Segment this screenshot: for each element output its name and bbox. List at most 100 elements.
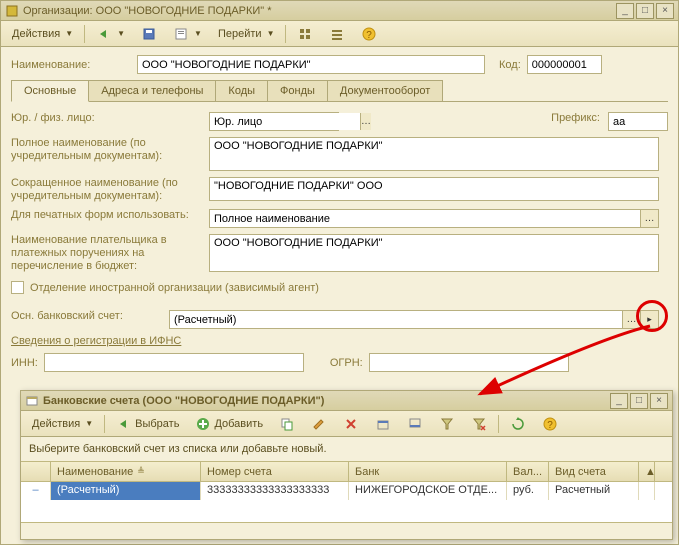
- toolbar-report[interactable]: ▼: [166, 24, 209, 44]
- toolbar-help[interactable]: ?: [354, 24, 384, 44]
- payer-input[interactable]: ООО "НОВОГОДНИЕ ПОДАРКИ": [209, 234, 659, 272]
- help-icon: ?: [361, 26, 377, 42]
- entity-type-value[interactable]: [210, 113, 360, 130]
- foreign-branch-checkbox[interactable]: [11, 281, 24, 294]
- add-label: Добавить: [214, 418, 263, 430]
- sort-icon: ≜: [137, 466, 145, 477]
- bank-account-select[interactable]: … ▸: [169, 310, 659, 329]
- printform-select[interactable]: …: [209, 209, 659, 228]
- dropdown-icon: ▼: [65, 29, 73, 38]
- maximize-button[interactable]: □: [636, 3, 654, 19]
- th-scroll: ▲: [639, 462, 655, 481]
- tb-refresh[interactable]: [503, 414, 533, 434]
- shortname-label: Сокращенное наименование (по учредительн…: [11, 177, 201, 203]
- goto-menu[interactable]: Перейти ▼: [211, 24, 282, 44]
- maximize-button[interactable]: □: [630, 393, 648, 409]
- toolbar-back[interactable]: ▼: [89, 24, 132, 44]
- toolbar-btn-a[interactable]: [290, 24, 320, 44]
- entity-type-label: Юр. / физ. лицо:: [11, 112, 201, 125]
- ellipsis-button[interactable]: …: [360, 113, 371, 130]
- delete-icon: [343, 416, 359, 432]
- select-button[interactable]: Выбрать: [109, 414, 186, 434]
- row-scroll: [639, 482, 655, 500]
- select-label: Выбрать: [135, 418, 179, 430]
- tab-funds[interactable]: Фонды: [267, 80, 328, 101]
- sub-window: Банковские счета (ООО "НОВОГОДНИЕ ПОДАРК…: [20, 390, 673, 540]
- actions-menu[interactable]: Действия▼: [25, 414, 100, 434]
- sub-toolbar: Действия▼ Выбрать Добавить ?: [21, 411, 672, 437]
- table-header: Наименование≜ Номер счета Банк Вал... Ви…: [21, 462, 672, 482]
- toolbar-save[interactable]: [134, 24, 164, 44]
- ogrn-label: ОГРН:: [330, 357, 363, 369]
- ellipsis-button[interactable]: …: [622, 311, 640, 328]
- tb-delete[interactable]: [336, 414, 366, 434]
- toolbar-btn-b[interactable]: [322, 24, 352, 44]
- row-icon: –: [21, 482, 51, 500]
- tb-moveup[interactable]: [368, 414, 398, 434]
- minimize-button[interactable]: _: [616, 3, 634, 19]
- close-button[interactable]: ×: [656, 3, 674, 19]
- th-bank[interactable]: Банк: [349, 462, 507, 481]
- row-currency: руб.: [507, 482, 549, 500]
- bank-account-label: Осн. банковский счет:: [11, 310, 161, 323]
- dropdown-button[interactable]: ▸: [640, 311, 658, 328]
- separator: [498, 415, 499, 433]
- close-button[interactable]: ×: [650, 393, 668, 409]
- goto-label: Перейти: [218, 28, 262, 40]
- tb-copy[interactable]: [272, 414, 302, 434]
- bank-account-value[interactable]: [170, 311, 622, 328]
- copy-icon: [279, 416, 295, 432]
- tb-filter[interactable]: [432, 414, 462, 434]
- add-button[interactable]: Добавить: [188, 414, 270, 434]
- th-type[interactable]: Вид счета: [549, 462, 639, 481]
- tb-filter-clear[interactable]: [464, 414, 494, 434]
- main-titlebar: Организации: ООО "НОВОГОДНИЕ ПОДАРКИ" * …: [1, 1, 678, 21]
- printform-value[interactable]: [210, 210, 640, 227]
- ellipsis-button[interactable]: …: [640, 210, 658, 227]
- tb-edit[interactable]: [304, 414, 334, 434]
- window-controls: _ □ ×: [616, 3, 674, 19]
- arrow-left-icon: [116, 416, 132, 432]
- add-icon: [195, 416, 211, 432]
- svg-text:?: ?: [367, 30, 373, 41]
- prefix-input[interactable]: [608, 112, 668, 131]
- arrow-left-icon: [96, 26, 112, 42]
- tab-codes[interactable]: Коды: [215, 80, 268, 101]
- row-bank: НИЖЕГОРОДСКОЕ ОТДЕ...: [349, 482, 507, 500]
- th-number[interactable]: Номер счета: [201, 462, 349, 481]
- dropdown-icon: ▼: [194, 29, 202, 38]
- dropdown-icon: ▼: [267, 29, 275, 38]
- shortname-input[interactable]: "НОВОГОДНИЕ ПОДАРКИ" ООО: [209, 177, 659, 201]
- actions-label: Действия: [12, 28, 60, 40]
- tab-docflow[interactable]: Документооборот: [327, 80, 443, 101]
- sub-window-title: Банковские счета (ООО "НОВОГОДНИЕ ПОДАРК…: [43, 395, 606, 407]
- tab-addresses[interactable]: Адреса и телефоны: [88, 80, 216, 101]
- code-label: Код:: [499, 59, 521, 71]
- code-input[interactable]: [527, 55, 602, 74]
- minimize-button[interactable]: _: [610, 393, 628, 409]
- payer-label: Наименование плательщика в платежных пор…: [11, 234, 201, 273]
- refresh-icon: [510, 416, 526, 432]
- main-content: Наименование: Код: Основные Адреса и тел…: [1, 47, 678, 386]
- inn-input[interactable]: [44, 353, 304, 372]
- separator: [104, 415, 105, 433]
- th-icon[interactable]: [21, 462, 51, 481]
- name-input[interactable]: [137, 55, 485, 74]
- tab-main[interactable]: Основные: [11, 80, 89, 102]
- save-icon: [141, 26, 157, 42]
- tb-help[interactable]: ?: [535, 414, 565, 434]
- ogrn-input[interactable]: [369, 353, 569, 372]
- th-currency[interactable]: Вал...: [507, 462, 549, 481]
- fullname-input[interactable]: ООО "НОВОГОДНИЕ ПОДАРКИ": [209, 137, 659, 171]
- tb-movedown[interactable]: [400, 414, 430, 434]
- edit-icon: [311, 416, 327, 432]
- ifns-section-title: Сведения о регистрации в ИФНС: [11, 335, 668, 347]
- filter-clear-icon: [471, 416, 487, 432]
- entity-type-select[interactable]: …: [209, 112, 339, 131]
- window-title: Организации: ООО "НОВОГОДНИЕ ПОДАРКИ" *: [23, 5, 612, 17]
- window-icon: [5, 4, 19, 18]
- table-row[interactable]: – (Расчетный) 33333333333333333333 НИЖЕГ…: [21, 482, 672, 500]
- th-name[interactable]: Наименование≜: [51, 462, 201, 481]
- actions-menu[interactable]: Действия ▼: [5, 24, 80, 44]
- row-type: Расчетный: [549, 482, 639, 500]
